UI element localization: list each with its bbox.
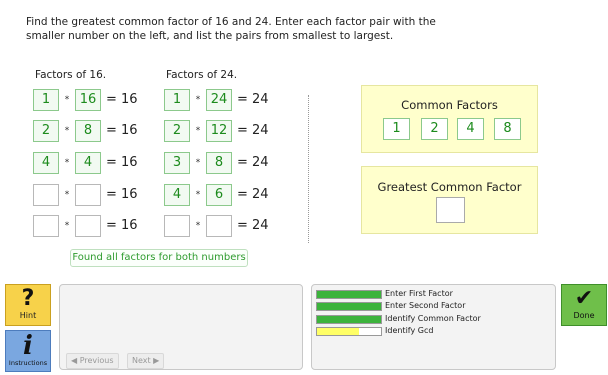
multiply-symbol: * — [64, 126, 70, 136]
instructions-line-2: smaller number on the left, and list the… — [26, 30, 394, 42]
factors-24-factor-b-input[interactable]: 6 — [206, 184, 232, 206]
multiply-symbol: * — [64, 221, 70, 231]
factors-24-factor-b-input[interactable]: 24 — [206, 89, 232, 111]
gcf-input[interactable] — [436, 197, 465, 223]
factors-16-factor-b-input[interactable]: 16 — [75, 89, 101, 111]
gcf-title: Greatest Common Factor — [377, 180, 522, 194]
progress-bar-fill — [317, 303, 381, 310]
factors-24-header: Factors of 24. — [166, 69, 238, 81]
multiply-symbol: * — [195, 190, 201, 200]
progress-bar-fill — [317, 328, 359, 335]
factors-16-factor-b-input[interactable]: 8 — [75, 120, 101, 142]
done-label: Done — [573, 311, 595, 320]
factors-16-factor-b-input[interactable] — [75, 215, 101, 237]
instructions-button[interactable]: i Instructions — [5, 330, 51, 372]
factors-16-factor-a-input[interactable]: 2 — [33, 120, 59, 142]
factors-24-factor-b-input[interactable] — [206, 215, 232, 237]
instructions-text: Find the greatest common factor of 16 an… — [26, 15, 446, 43]
found-all-factors-button[interactable]: Found all factors for both numbers — [70, 249, 248, 267]
hint-button[interactable]: ? Hint — [5, 284, 51, 326]
previous-button[interactable]: ◀ Previous — [66, 353, 119, 369]
factors-24-product-label: = 24 — [237, 155, 269, 170]
common-factor-box[interactable]: 8 — [494, 118, 521, 140]
common-factor-box[interactable]: 2 — [421, 118, 448, 140]
factors-24-factor-b-input[interactable]: 12 — [206, 120, 232, 142]
common-factor-box[interactable]: 4 — [457, 118, 484, 140]
factors-16-product-label: = 16 — [106, 187, 138, 202]
factors-16-header: Factors of 16. — [35, 69, 107, 81]
progress-bar — [316, 327, 382, 336]
factors-16-factor-b-input[interactable]: 4 — [75, 152, 101, 174]
factors-24-factor-a-input[interactable]: 1 — [164, 89, 190, 111]
progress-bar — [316, 315, 382, 324]
multiply-symbol: * — [64, 190, 70, 200]
factors-16-factor-a-input[interactable] — [33, 184, 59, 206]
hint-label: Hint — [19, 311, 37, 320]
instructions-line-1: Find the greatest common factor of 16 an… — [26, 16, 436, 28]
factors-24-factor-a-input[interactable] — [164, 215, 190, 237]
common-factors-title: Common Factors — [401, 98, 498, 112]
checkmark-icon: ✔ — [574, 286, 594, 311]
factors-24-factor-a-input[interactable]: 3 — [164, 152, 190, 174]
factors-16-product-label: = 16 — [106, 123, 138, 138]
info-icon: i — [23, 331, 33, 361]
progress-step-label: Identify Common Factor — [385, 314, 481, 323]
multiply-symbol: * — [195, 126, 201, 136]
factors-24-product-label: = 24 — [237, 187, 269, 202]
next-button[interactable]: Next ▶ — [127, 353, 165, 369]
factors-16-product-label: = 16 — [106, 218, 138, 233]
progress-step-label: Enter First Factor — [385, 289, 453, 298]
done-button[interactable]: ✔ Done — [561, 284, 607, 326]
progress-bar-fill — [317, 316, 381, 323]
factors-16-factor-a-input[interactable]: 4 — [33, 152, 59, 174]
factors-24-product-label: = 24 — [237, 123, 269, 138]
instructions-label: Instructions — [8, 359, 48, 367]
factors-16-factor-a-input[interactable] — [33, 215, 59, 237]
factors-16-factor-b-input[interactable] — [75, 184, 101, 206]
progress-step-label: Identify Gcd — [385, 326, 434, 335]
question-icon: ? — [21, 286, 35, 311]
multiply-symbol: * — [64, 95, 70, 105]
factors-24-product-label: = 24 — [237, 92, 269, 107]
progress-bar — [316, 290, 382, 299]
progress-bar-fill — [317, 291, 381, 298]
multiply-symbol: * — [195, 221, 201, 231]
factors-24-factor-a-input[interactable]: 4 — [164, 184, 190, 206]
factors-24-product-label: = 24 — [237, 218, 269, 233]
factors-24-factor-a-input[interactable]: 2 — [164, 120, 190, 142]
factors-16-factor-a-input[interactable]: 1 — [33, 89, 59, 111]
factors-16-product-label: = 16 — [106, 92, 138, 107]
common-factor-box[interactable]: 1 — [383, 118, 410, 140]
progress-bar — [316, 302, 382, 311]
column-divider — [308, 95, 309, 243]
factors-24-factor-b-input[interactable]: 8 — [206, 152, 232, 174]
multiply-symbol: * — [195, 158, 201, 168]
factors-16-product-label: = 16 — [106, 155, 138, 170]
multiply-symbol: * — [64, 158, 70, 168]
progress-step-label: Enter Second Factor — [385, 301, 466, 310]
multiply-symbol: * — [195, 95, 201, 105]
